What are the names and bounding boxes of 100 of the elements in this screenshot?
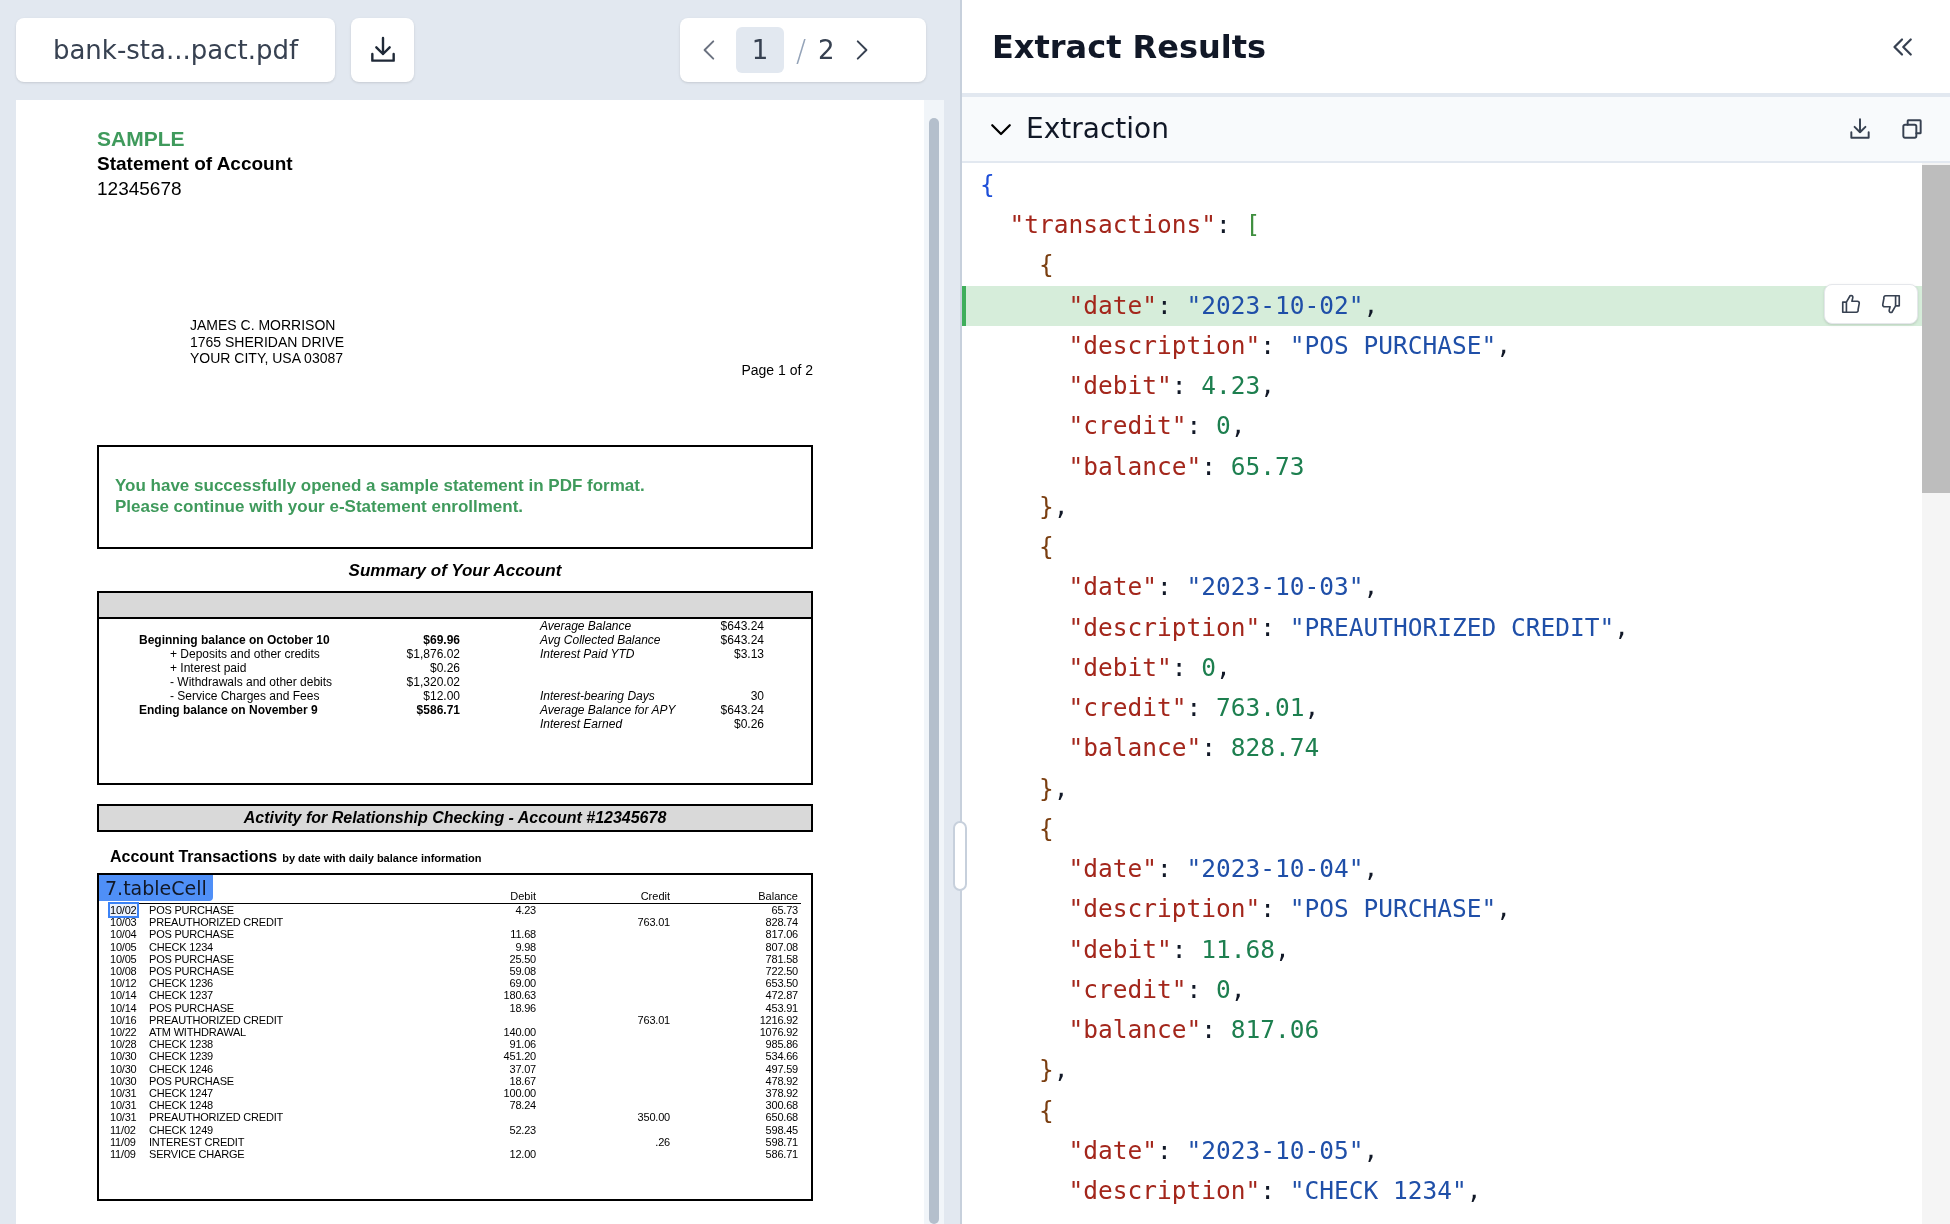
table-cell: POS PURCHASE — [149, 952, 234, 965]
file-name-button[interactable]: bank-sta...pact.pdf — [16, 18, 335, 82]
table-cell: CHECK 1248 — [149, 1099, 214, 1112]
summary-label: Interest-bearing Days — [540, 689, 655, 703]
code-line: { — [1038, 1094, 1055, 1127]
download-button[interactable] — [351, 18, 414, 82]
transactions-title: Account Transactions — [110, 847, 278, 867]
summary-amount: $586.71 — [416, 703, 460, 717]
table-cell: 807.08 — [765, 940, 798, 953]
table-cell: CHECK 1249 — [149, 1123, 214, 1136]
table-cell: 451.20 — [503, 1050, 536, 1063]
table-cell: 12.00 — [509, 1148, 536, 1161]
summary-amount: $0.26 — [429, 661, 460, 675]
code-line: }, — [1038, 1054, 1070, 1087]
table-cell: 37.07 — [509, 1062, 536, 1075]
table-cell: 69.00 — [509, 977, 536, 990]
page-number-field[interactable]: 1 — [736, 27, 784, 73]
table-cell: 10/14 — [110, 989, 137, 1002]
notice-text: You have successfully opened a sample statement in PDF format. — [115, 475, 645, 496]
activity-title-bar: Activity for Relationship Checking - Account #12345678 — [97, 804, 813, 832]
transactions-subtitle: by date with daily balance information — [282, 851, 482, 866]
address-line: JAMES C. MORRISON — [190, 317, 336, 334]
code-line: { — [979, 168, 996, 201]
table-cell: 453.91 — [765, 1001, 798, 1014]
scrollbar-thumb[interactable] — [1922, 165, 1950, 493]
table-cell: 11.68 — [510, 928, 536, 941]
table-cell: 478.92 — [765, 1074, 798, 1087]
code-line: { — [1038, 812, 1055, 845]
table-cell: 10/30 — [110, 1062, 137, 1075]
code-line: "credit": 0, — [1067, 410, 1247, 443]
table-cell: 10/28 — [110, 1038, 137, 1051]
table-cell: 65.73 — [771, 904, 798, 916]
code-line: "credit": 0, — [1067, 973, 1247, 1006]
page-separator: / — [796, 31, 807, 70]
summary-label: Ending balance on November 9 — [139, 703, 318, 717]
code-line: "debit": 0, — [1067, 651, 1232, 684]
table-cell: POS PURCHASE — [149, 928, 234, 941]
table-cell: 586.71 — [765, 1148, 798, 1161]
code-line: "debit": 4.23, — [1067, 370, 1277, 402]
summary-label: + Interest paid — [170, 661, 247, 675]
code-line: }, — [1038, 490, 1070, 523]
table-cell: CHECK 1236 — [149, 977, 214, 990]
thumbs-up-icon — [1840, 292, 1862, 315]
code-line: "credit": 763.01, — [1067, 692, 1321, 724]
table-cell: 10/05 — [110, 940, 137, 953]
thumbs-down-icon — [1880, 292, 1902, 315]
code-line: { — [1038, 249, 1055, 282]
table-cell: CHECK 1247 — [149, 1087, 214, 1100]
summary-label: Average Balance — [540, 619, 632, 633]
code-line: "description": "POS PURCHASE", — [1067, 329, 1513, 362]
table-cell: CHECK 1238 — [149, 1038, 214, 1051]
table-cell: 180.63 — [503, 989, 536, 1002]
table-cell: 598.71 — [765, 1135, 798, 1148]
table-cell: 78.24 — [509, 1099, 536, 1112]
table-cell: 10/02 — [110, 904, 137, 916]
summary-title: Summary of Your Account — [348, 561, 562, 581]
table-cell: 10/30 — [110, 1050, 137, 1063]
code-line: "balance": 817.06 — [1067, 1014, 1321, 1046]
section-header[interactable]: Extraction — [962, 97, 1950, 163]
summary-amount: $1,320.02 — [406, 675, 460, 689]
table-cell: ATM WITHDRAWAL — [149, 1026, 246, 1039]
table-cell: 650.68 — [765, 1111, 798, 1124]
table-cell: 781.58 — [765, 952, 798, 965]
code-line: { — [1038, 531, 1055, 563]
summary-label: Interest Paid YTD — [540, 647, 635, 661]
summary-amount: $0.26 — [733, 717, 764, 731]
table-cell: 534.66 — [765, 1050, 798, 1063]
code-line: "date": "2023-10-04", — [1067, 853, 1380, 885]
notice-text: Please continue with your e-Statement enrollment. — [115, 496, 524, 517]
summary-amount: 30 — [750, 689, 764, 703]
resize-handle[interactable] — [953, 821, 967, 891]
address-line: YOUR CITY, USA 03087 — [190, 350, 344, 367]
summary-amount: $643.24 — [720, 619, 764, 633]
summary-label: Beginning balance on October 10 — [139, 633, 330, 647]
table-cell: CHECK 1239 — [149, 1050, 214, 1063]
table-cell: PREAUTHORIZED CREDIT — [149, 1013, 284, 1026]
table-cell: 11/09 — [110, 1148, 136, 1161]
table-cell: 300.68 — [765, 1099, 798, 1112]
table-cell: PREAUTHORIZED CREDIT — [149, 916, 284, 929]
table-cell: 9.98 — [515, 940, 536, 953]
scrollbar-thumb[interactable] — [929, 118, 939, 1224]
table-cell: PREAUTHORIZED CREDIT — [149, 1111, 284, 1124]
table-cell: POS PURCHASE — [149, 1001, 234, 1014]
table-cell: 10/31 — [110, 1087, 137, 1100]
column-header: Balance — [758, 890, 798, 902]
code-line: "description": "CHECK 1234", — [1067, 1175, 1483, 1207]
table-cell: 828.74 — [765, 916, 798, 929]
code-line: "description": "POS PURCHASE", — [1067, 893, 1513, 926]
table-cell: 59.08 — [509, 965, 536, 977]
summary-label: - Service Charges and Fees — [170, 689, 320, 703]
column-header: Credit — [640, 890, 670, 902]
table-cell: 722.50 — [765, 965, 798, 977]
table-cell: 1216.92 — [759, 1013, 798, 1026]
table-cell: 10/03 — [110, 916, 137, 929]
table-cell: 10/31 — [110, 1111, 137, 1124]
table-cell: POS PURCHASE — [149, 1074, 234, 1087]
table-cell: 10/22 — [110, 1026, 137, 1039]
code-line: "balance": 65.73 — [1067, 450, 1306, 483]
table-cell: 25.50 — [509, 952, 536, 965]
table-cell: .26 — [655, 1135, 670, 1148]
